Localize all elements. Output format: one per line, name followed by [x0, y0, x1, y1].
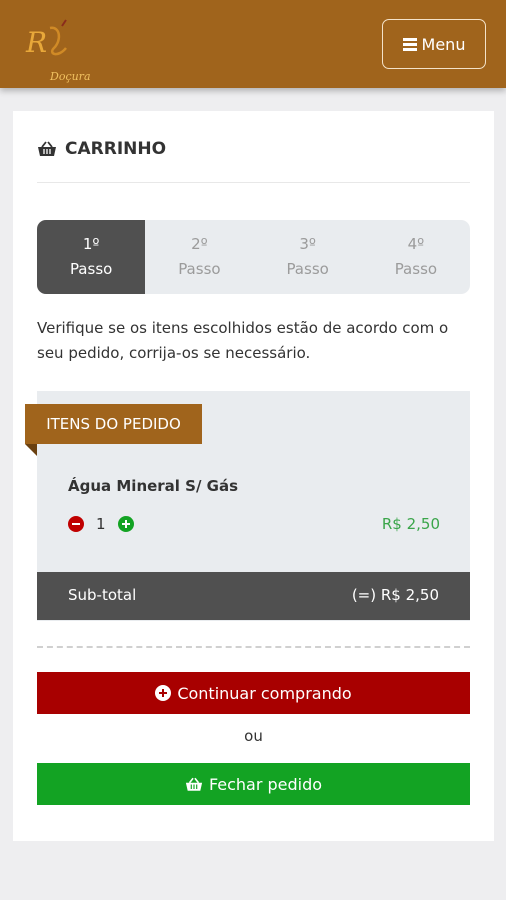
- item-quantity: 1: [96, 515, 106, 533]
- step-4[interactable]: 4º Passo: [362, 220, 470, 294]
- step-label: Passo: [178, 260, 221, 278]
- menu-label: Menu: [421, 34, 466, 54]
- page-title: CARRINHO: [37, 139, 166, 159]
- step-label: Passo: [286, 260, 329, 278]
- step-label: Passo: [69, 260, 113, 278]
- app-header: R Doçura Menu: [0, 0, 506, 88]
- subtotal-bar: Sub-total (=) R$ 2,50: [37, 572, 470, 620]
- step-number: 3º: [299, 235, 316, 253]
- hamburger-icon: [402, 38, 417, 51]
- or-separator: ou: [244, 727, 263, 745]
- continue-shopping-button[interactable]: Continuar comprando: [37, 672, 470, 714]
- ribbon-tail: [25, 444, 37, 456]
- svg-text:R: R: [25, 26, 47, 59]
- step-number: 1º: [82, 235, 100, 253]
- basket-icon: [38, 141, 56, 156]
- cart-card: CARRINHO 1º Passo 2º Passo 3º Passo 4º P…: [13, 111, 494, 841]
- continue-label: Continuar comprando: [177, 683, 352, 703]
- logo-text: Doçura: [50, 70, 91, 83]
- basket-icon: [185, 777, 203, 791]
- step-2[interactable]: 2º Passo: [145, 220, 253, 294]
- title-divider: [37, 182, 470, 183]
- step-number: 2º: [191, 235, 208, 253]
- minus-icon[interactable]: [68, 516, 84, 532]
- checkout-steps: 1º Passo 2º Passo 3º Passo 4º Passo: [37, 220, 470, 294]
- logo[interactable]: R Doçura: [22, 18, 91, 83]
- close-order-label: Fechar pedido: [208, 774, 323, 794]
- logo-icon: R: [25, 19, 67, 59]
- step-1[interactable]: 1º Passo: [37, 220, 146, 294]
- intro-text: Verifique se os itens escolhidos estão d…: [37, 319, 449, 362]
- close-order-button[interactable]: Fechar pedido: [37, 763, 470, 805]
- step-number: 4º: [407, 235, 425, 253]
- step-3[interactable]: 3º Passo: [254, 220, 362, 294]
- dashed-divider: [37, 646, 470, 648]
- order-items-ribbon: ITENS DO PEDIDO: [25, 404, 202, 444]
- subtotal-value: (=) R$ 2,50: [351, 586, 439, 604]
- item-name: Água Mineral S/ Gás: [68, 477, 239, 495]
- quantity-stepper: 1: [68, 515, 134, 533]
- plus-circle-icon: [155, 685, 172, 701]
- step-label: Passo: [394, 260, 438, 278]
- cart-title: CARRINHO: [65, 139, 167, 159]
- subtotal-label: Sub-total: [68, 586, 137, 604]
- item-price: R$ 2,50: [381, 515, 440, 533]
- plus-icon[interactable]: [117, 516, 134, 532]
- menu-button[interactable]: Menu: [382, 19, 486, 69]
